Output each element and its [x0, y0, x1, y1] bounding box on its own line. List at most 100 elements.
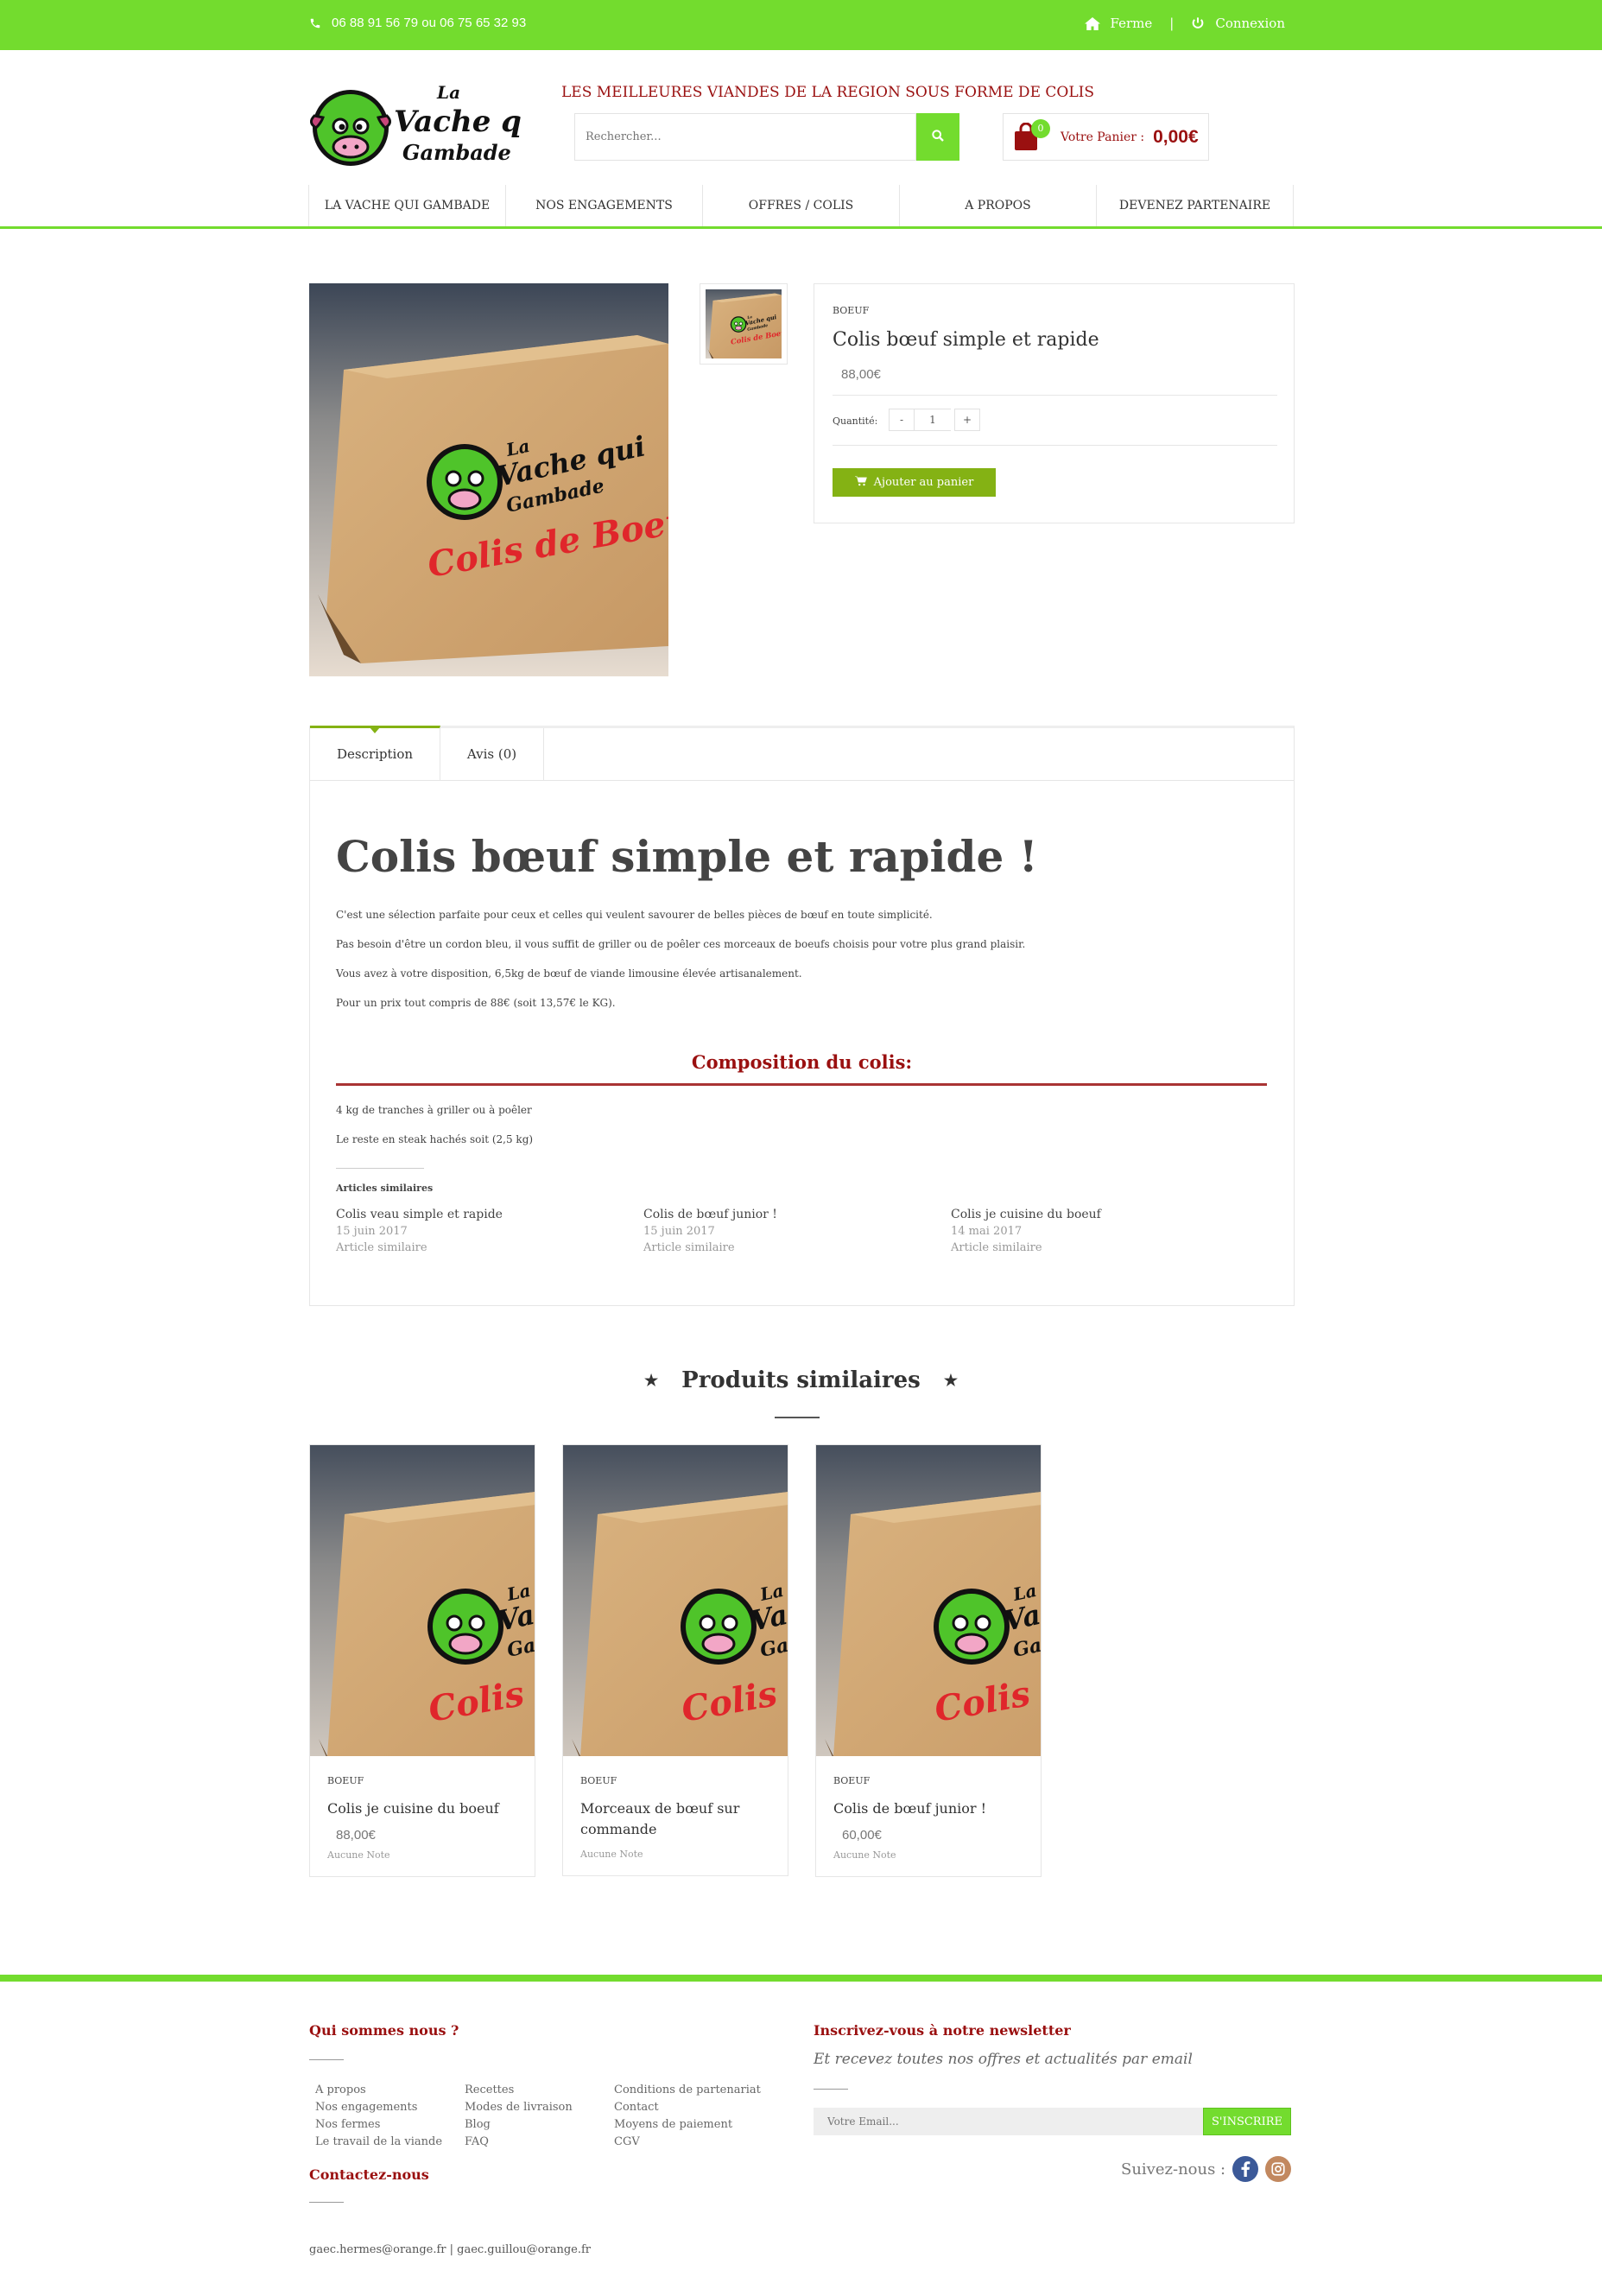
tab-reviews[interactable]: Avis (0) [440, 728, 544, 780]
cart-widget[interactable]: 0 Votre Panier : 0,00€ [1003, 113, 1209, 161]
product-card[interactable]: BOEUF Morceaux de bœuf sur commande Aucu… [562, 1444, 788, 1876]
product-card-category[interactable]: BOEUF [580, 1775, 788, 1786]
newsletter-subtitle: Et recevez toutes nos offres et actualit… [814, 2051, 1193, 2068]
footer-link[interactable]: A propos [315, 2082, 442, 2099]
product-card[interactable]: BOEUF Colis de bœuf junior ! 60,00€ Aucu… [815, 1444, 1042, 1877]
product-card-name[interactable]: Colis de bœuf junior ! [833, 1798, 1023, 1819]
topbar-separator: | [1169, 16, 1175, 31]
related-article-date: 15 juin 2017 [643, 1225, 715, 1238]
product-card-image[interactable] [310, 1445, 535, 1756]
add-to-cart-button[interactable]: Ajouter au panier [833, 468, 996, 497]
subscribe-button[interactable]: S'INSCRIRE [1203, 2108, 1291, 2135]
logo-text-gambade: Gambade [402, 140, 511, 165]
product-card-name[interactable]: Morceaux de bœuf sur commande [580, 1798, 770, 1840]
footer-link[interactable]: Nos engagements [315, 2099, 442, 2116]
footer-link[interactable]: Conditions de partenariat [614, 2082, 761, 2099]
newsletter-form: S'INSCRIRE [814, 2108, 1291, 2135]
product-thumbnail[interactable] [700, 283, 788, 365]
product-card-name[interactable]: Colis je cuisine du boeuf [327, 1798, 517, 1819]
product-tabs: Description Avis (0) Colis bœuf simple e… [309, 726, 1295, 1306]
product-card-rating: Aucune Note [580, 1849, 643, 1860]
summary-divider [833, 445, 1277, 446]
related-article: Colis veau simple et rapide 15 juin 2017… [336, 1208, 595, 1254]
search-bar [574, 113, 959, 161]
login-link[interactable]: Connexion [1215, 16, 1285, 31]
footer-links-col3: Conditions de partenariat Contact Moyens… [614, 2082, 761, 2151]
footer-link[interactable]: CGV [614, 2134, 761, 2151]
contact-emails[interactable]: gaec.hermes@orange.fr | gaec.guillou@ora… [309, 2243, 591, 2256]
footer-links-col1: A propos Nos engagements Nos fermes Le t… [315, 2082, 442, 2151]
home-icon [1084, 16, 1100, 30]
footer-heading-underline [814, 2089, 848, 2090]
product-main-image[interactable] [309, 283, 668, 676]
quantity-input[interactable]: 1 [915, 409, 951, 431]
footer-link[interactable]: Nos fermes [315, 2116, 442, 2134]
nav-item-la-vache-qui-gambade[interactable]: LA VACHE QUI GAMBADE [309, 185, 506, 226]
composition-divider [336, 1083, 1267, 1086]
nav-item-devenez-partenaire[interactable]: DEVENEZ PARTENAIRE [1097, 185, 1294, 226]
product-price: 88,00€ [841, 367, 881, 382]
newsletter-email-input[interactable] [814, 2108, 1203, 2135]
related-article-title[interactable]: Colis je cuisine du boeuf [951, 1208, 1210, 1221]
footer-link[interactable]: Recettes [465, 2082, 573, 2099]
phone-numbers: 06 88 91 56 79 ou 06 75 65 32 93 [332, 16, 527, 30]
product-card-image[interactable] [563, 1445, 788, 1756]
footer-link[interactable]: Moyens de paiement [614, 2116, 761, 2134]
summary-divider [833, 395, 1277, 396]
nav-item-a-propos[interactable]: A PROPOS [900, 185, 1097, 226]
nav-item-offres-colis[interactable]: OFFRES / COLIS [703, 185, 900, 226]
similar-products-heading: ★ Produits similaires ★ [0, 1367, 1602, 1393]
logo-text-la: La [436, 82, 460, 103]
tab-content: Colis bœuf simple et rapide ! C'est une … [310, 780, 1294, 1254]
star-icon: ★ [643, 1372, 659, 1390]
footer-link[interactable]: Blog [465, 2116, 573, 2134]
product-card-price: 60,00€ [842, 1828, 882, 1843]
composition-item: 4 kg de tranches à griller ou à poêler [336, 1104, 532, 1116]
footer-link[interactable]: Modes de livraison [465, 2099, 573, 2116]
product-summary: BOEUF Colis bœuf simple et rapide 88,00€… [814, 283, 1295, 523]
footer-link[interactable]: Contact [614, 2099, 761, 2116]
instagram-icon[interactable] [1265, 2156, 1292, 2182]
tab-description[interactable]: Description [310, 726, 440, 780]
related-article-date: 14 mai 2017 [951, 1225, 1023, 1238]
farm-link[interactable]: Ferme [1111, 16, 1153, 31]
footer-link[interactable]: Le travail de la viande [315, 2134, 442, 2151]
main-navigation: LA VACHE QUI GAMBADE NOS ENGAGEMENTS OFF… [308, 185, 1294, 226]
shopping-bag-icon: 0 [1012, 118, 1050, 152]
search-input[interactable] [574, 113, 916, 161]
product-category[interactable]: BOEUF [833, 305, 869, 316]
description-heading: Colis bœuf simple et rapide ! [336, 831, 1038, 882]
footer-link[interactable]: FAQ [465, 2134, 573, 2151]
add-to-cart-label: Ajouter au panier [873, 476, 974, 489]
quantity-stepper: - 1 + [889, 409, 980, 431]
quantity-minus-button[interactable]: - [889, 409, 915, 431]
cart-icon [854, 475, 867, 490]
composition-heading: Composition du colis: [691, 1051, 913, 1073]
product-card-price: 88,00€ [336, 1828, 376, 1843]
related-article-sub: Article similaire [951, 1241, 1042, 1254]
newsletter-heading: Inscrivez-vous à notre newsletter [814, 2022, 1071, 2039]
related-article-sub: Article similaire [643, 1241, 735, 1254]
social-follow: Suivez-nous : [1121, 2156, 1292, 2182]
related-article-title[interactable]: Colis de bœuf junior ! [643, 1208, 902, 1221]
site-logo[interactable]: La Vache qui Gambade [307, 78, 554, 173]
quantity-plus-button[interactable]: + [954, 409, 980, 431]
phone-info: 06 88 91 56 79 ou 06 75 65 32 93 [309, 16, 526, 30]
product-card-image[interactable] [816, 1445, 1041, 1756]
related-articles-heading: Articles similaires [336, 1183, 434, 1194]
top-bar: 06 88 91 56 79 ou 06 75 65 32 93 Ferme |… [0, 0, 1602, 50]
footer-about-heading: Qui sommes nous ? [309, 2022, 459, 2039]
nav-item-nos-engagements[interactable]: NOS ENGAGEMENTS [506, 185, 703, 226]
product-card-category[interactable]: BOEUF [327, 1775, 535, 1786]
search-button[interactable] [916, 113, 959, 161]
cart-count-badge: 0 [1031, 118, 1050, 138]
star-icon: ★ [943, 1372, 959, 1390]
product-card-category[interactable]: BOEUF [833, 1775, 1041, 1786]
facebook-icon[interactable] [1232, 2156, 1259, 2182]
description-paragraph: Pas besoin d'être un cordon bleu, il vou… [336, 938, 1026, 950]
search-icon [931, 129, 945, 146]
power-icon [1191, 16, 1205, 30]
related-article-date: 15 juin 2017 [336, 1225, 408, 1238]
related-article-title[interactable]: Colis veau simple et rapide [336, 1208, 595, 1221]
product-card[interactable]: BOEUF Colis je cuisine du boeuf 88,00€ A… [309, 1444, 535, 1877]
